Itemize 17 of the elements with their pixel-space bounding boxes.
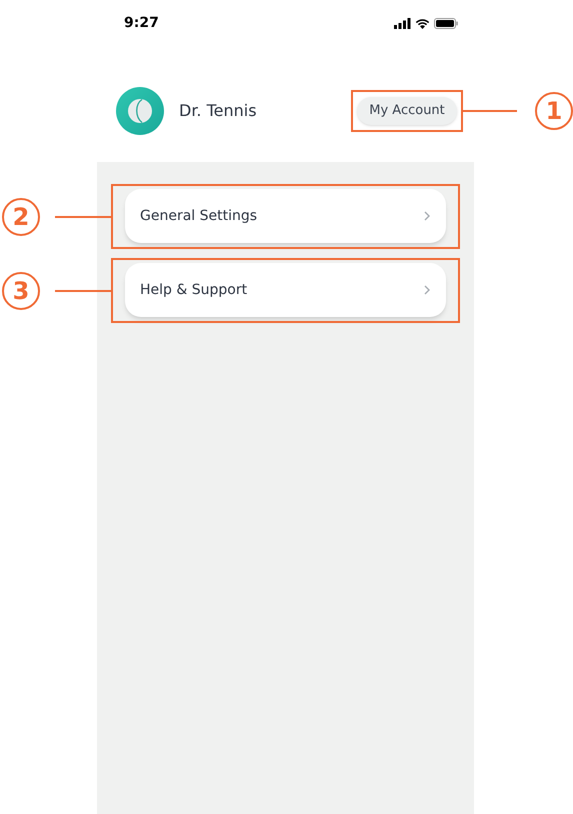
chevron-right-icon xyxy=(424,211,430,221)
wifi-icon xyxy=(415,18,430,28)
chevron-right-icon xyxy=(424,285,430,295)
leader-line xyxy=(55,216,111,218)
leader-line xyxy=(55,290,111,292)
leader-line xyxy=(463,110,517,112)
menu-item[interactable]: General Settings xyxy=(125,189,446,243)
callout-number: 1 xyxy=(535,92,573,130)
callout-number: 3 xyxy=(2,272,40,310)
status-time: 9:27 xyxy=(124,14,159,32)
tennis-ball-avatar-icon xyxy=(116,87,164,135)
my-account-button[interactable]: My Account xyxy=(357,97,457,125)
callout-number: 2 xyxy=(2,198,40,236)
user-name: Dr. Tennis xyxy=(179,100,257,122)
signal-icon xyxy=(394,18,411,28)
battery-icon xyxy=(434,18,458,28)
menu-item[interactable]: Help & Support xyxy=(125,263,446,317)
